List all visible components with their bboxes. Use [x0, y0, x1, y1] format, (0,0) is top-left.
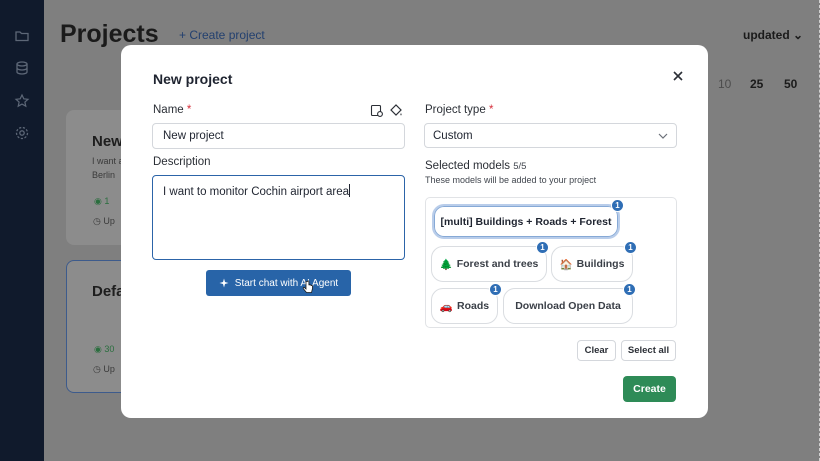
required-mark: * — [488, 104, 494, 116]
folder-icon[interactable] — [14, 28, 30, 44]
project-type-label: Project type * — [425, 104, 493, 116]
sparkle-icon — [219, 278, 229, 288]
selected-models-label: Selected models 5/5 — [425, 160, 526, 172]
sidebar — [0, 0, 44, 461]
clear-button[interactable]: Clear — [577, 340, 616, 361]
model-count-badge: 1 — [624, 241, 637, 254]
models-hint: These models will be added to your proje… — [425, 175, 597, 185]
file-settings-icon[interactable] — [370, 104, 384, 118]
project-type-select[interactable]: Custom — [424, 123, 677, 148]
star-icon[interactable] — [14, 93, 30, 109]
model-chip-multi[interactable]: [multi] Buildings + Roads + Forest — [432, 204, 620, 239]
model-count-badge: 1 — [489, 283, 502, 296]
database-icon[interactable] — [14, 60, 30, 76]
description-label: Description — [153, 156, 211, 168]
model-chip-buildings[interactable]: 🏠 Buildings — [551, 246, 633, 282]
project-card-meta: ◷ Up — [93, 216, 115, 227]
name-label-text: Name — [153, 104, 184, 116]
project-card-title: Defa — [92, 283, 125, 300]
model-chip-label: Download Open Data — [515, 300, 621, 312]
project-card-meta: ◷ Up — [93, 364, 115, 375]
model-count-badge: 1 — [623, 283, 636, 296]
gear-icon[interactable] — [14, 125, 30, 141]
check-circle-icon: ◉ — [94, 196, 102, 206]
text-cursor — [349, 184, 351, 197]
selected-models-count: 5/5 — [513, 161, 527, 172]
description-text: I want to monitor Cochin airport area — [163, 186, 350, 198]
house-icon: 🏠 — [559, 258, 573, 271]
create-project-link[interactable]: + Create project — [179, 28, 265, 42]
model-count-badge: 1 — [611, 199, 624, 212]
tree-icon: 🌲 — [439, 258, 453, 271]
clock-icon: ◷ — [93, 216, 101, 226]
project-card-count-value: 1 — [104, 196, 110, 206]
project-card-location: Berlin — [92, 170, 116, 180]
close-icon[interactable] — [670, 68, 686, 84]
model-chip-label: Roads — [456, 300, 490, 312]
description-textarea[interactable]: I want to monitor Cochin airport area — [152, 175, 405, 260]
start-ai-chat-label: Start chat with AI Agent — [234, 277, 339, 289]
project-card-meta-value: Up — [103, 216, 115, 226]
project-card-title: New — [92, 133, 123, 150]
modal-title: New project — [153, 71, 233, 87]
paint-bucket-icon[interactable] — [389, 103, 403, 117]
chevron-down-icon: ⌄ — [793, 28, 804, 42]
page-size-option[interactable]: 25 — [750, 77, 763, 91]
project-card-count: ◉ 1 — [94, 196, 109, 207]
car-icon: 🚗 — [439, 300, 453, 313]
check-circle-icon: ◉ — [94, 344, 102, 354]
model-chip-label: [multi] Buildings + Roads + Forest — [440, 215, 612, 228]
required-mark: * — [186, 104, 192, 116]
project-type-label-text: Project type — [425, 104, 486, 116]
model-chip-label: Forest and trees — [456, 258, 539, 270]
select-all-button[interactable]: Select all — [621, 340, 676, 361]
project-card-meta-value: Up — [103, 364, 115, 374]
project-type-value: Custom — [433, 129, 473, 142]
sort-label: updated — [743, 28, 790, 42]
model-count-badge: 1 — [536, 241, 549, 254]
chevron-down-icon — [658, 133, 668, 139]
sort-dropdown[interactable]: updated ⌄ — [743, 28, 803, 42]
model-chip-label: Buildings — [576, 258, 625, 270]
page-size-option[interactable]: 10 — [718, 77, 731, 91]
project-card-count-value: 30 — [104, 344, 115, 354]
project-card-description: I want a — [92, 156, 124, 166]
page-size-option[interactable]: 50 — [784, 77, 797, 91]
model-chip-forest[interactable]: 🌲 Forest and trees — [431, 246, 547, 282]
hand-cursor-icon — [302, 280, 313, 293]
create-button[interactable]: Create — [623, 376, 676, 402]
selected-models-label-text: Selected models — [425, 160, 511, 172]
project-card-count: ◉ 30 — [94, 344, 114, 355]
start-ai-chat-button[interactable]: Start chat with AI Agent — [206, 270, 351, 296]
clock-icon: ◷ — [93, 364, 101, 374]
model-chip-open-data[interactable]: Download Open Data — [503, 288, 633, 324]
model-chip-roads[interactable]: 🚗 Roads — [431, 288, 498, 324]
models-list: [multi] Buildings + Roads + Forest 1 🌲 Fo… — [425, 197, 677, 328]
new-project-modal: New project Name * New project Descripti… — [121, 45, 708, 418]
project-name-input[interactable]: New project — [152, 123, 405, 149]
name-label: Name * — [153, 104, 191, 116]
